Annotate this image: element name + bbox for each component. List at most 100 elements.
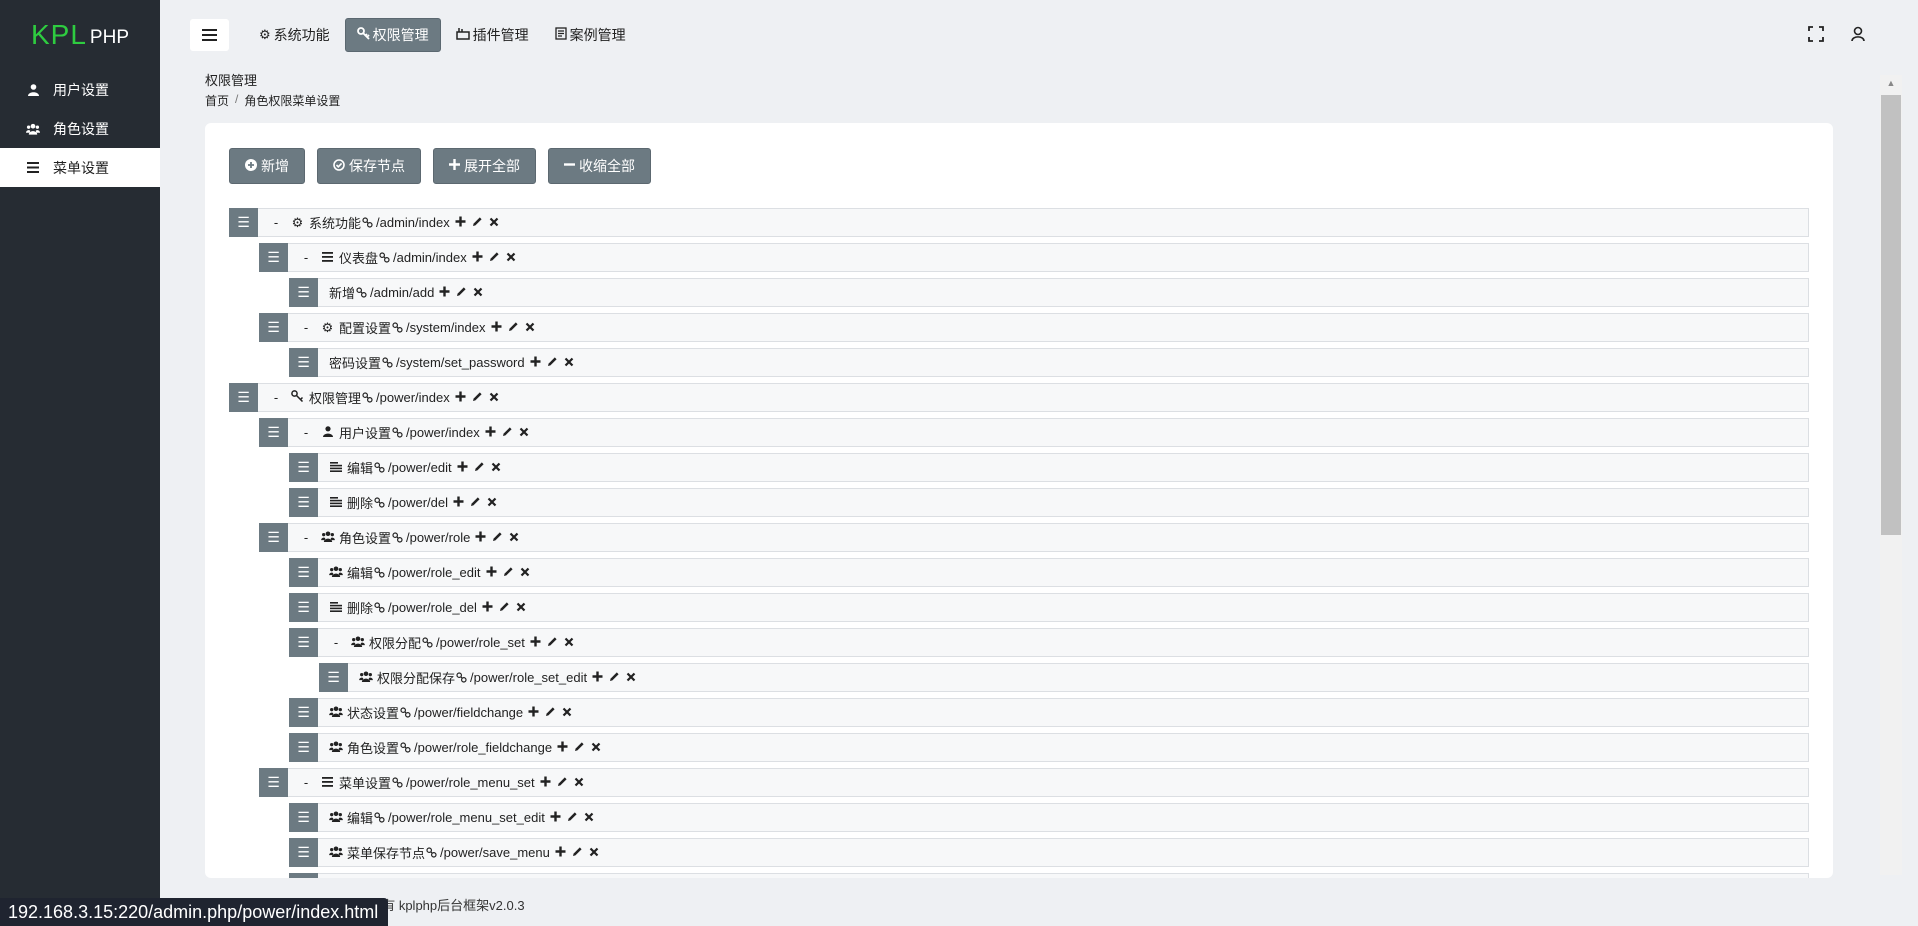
add-child-icon[interactable]: [530, 635, 541, 650]
collapse-toggle[interactable]: -: [301, 530, 311, 545]
edit-icon[interactable]: [567, 810, 578, 825]
collapse-toggle[interactable]: -: [271, 215, 281, 230]
add-child-icon[interactable]: [439, 285, 450, 300]
delete-icon[interactable]: [487, 495, 497, 510]
sidebar-item-menu-settings[interactable]: 菜单设置: [0, 148, 160, 187]
edit-icon[interactable]: [472, 215, 483, 230]
drag-handle-icon[interactable]: ☰: [259, 418, 288, 447]
add-child-icon[interactable]: [540, 775, 551, 790]
collapse-toggle[interactable]: -: [301, 425, 311, 440]
drag-handle-icon[interactable]: ☰: [289, 453, 318, 482]
top-nav-item-cases[interactable]: 案例管理: [544, 18, 637, 52]
scrollbar-thumb[interactable]: [1881, 95, 1901, 535]
tree-node[interactable]: ☰-仪表盘 /admin/index仪表盘/admin/index: [259, 243, 1809, 272]
drag-handle-icon[interactable]: ☰: [259, 768, 288, 797]
edit-icon[interactable]: [547, 635, 558, 650]
add-child-icon[interactable]: [486, 565, 497, 580]
add-child-icon[interactable]: [557, 740, 568, 755]
delete-icon[interactable]: [519, 425, 529, 440]
add-child-icon[interactable]: [453, 495, 464, 510]
drag-handle-icon[interactable]: ☰: [289, 278, 318, 307]
edit-icon[interactable]: [545, 705, 556, 720]
delete-icon[interactable]: [509, 530, 519, 545]
drag-handle-icon[interactable]: ☰: [289, 558, 318, 587]
drag-handle-icon[interactable]: ☰: [289, 873, 318, 878]
tree-node[interactable]: ☰-权限分配 /power/role_set权限分配/power/role_se…: [289, 628, 1809, 657]
tree-node[interactable]: ☰-用户设置 /power/index用户设置/power/index: [259, 418, 1809, 447]
tree-node[interactable]: ☰角色设置 /power/role_fieldchange角色设置/power/…: [289, 733, 1809, 762]
tree-node[interactable]: ☰删除 /power/role_del删除/power/role_del: [289, 593, 1809, 622]
breadcrumb-home[interactable]: 首页: [205, 92, 229, 109]
top-nav-item-plugin[interactable]: 插件管理: [445, 18, 540, 52]
save-nodes-button[interactable]: 保存节点: [317, 148, 421, 184]
sidebar-item-role-settings[interactable]: 角色设置: [0, 109, 160, 148]
logo[interactable]: KPL PHP: [0, 0, 160, 70]
delete-icon[interactable]: [489, 390, 499, 405]
delete-icon[interactable]: [564, 635, 574, 650]
drag-handle-icon[interactable]: ☰: [289, 593, 318, 622]
add-child-icon[interactable]: [528, 705, 539, 720]
edit-icon[interactable]: [557, 775, 568, 790]
delete-icon[interactable]: [589, 845, 599, 860]
add-child-icon[interactable]: [485, 425, 496, 440]
tree-node[interactable]: ☰-权限管理 /power/index权限管理/power/index: [229, 383, 1809, 412]
sidebar-item-user-settings[interactable]: 用户设置: [0, 70, 160, 109]
add-child-icon[interactable]: [457, 460, 468, 475]
drag-handle-icon[interactable]: ☰: [289, 733, 318, 762]
menu-toggle-button[interactable]: [190, 19, 229, 51]
edit-icon[interactable]: [609, 670, 620, 685]
delete-icon[interactable]: [473, 285, 483, 300]
add-button[interactable]: 新增: [229, 148, 305, 184]
edit-icon[interactable]: [502, 425, 513, 440]
collapse-toggle[interactable]: -: [271, 390, 281, 405]
drag-handle-icon[interactable]: ☰: [289, 838, 318, 867]
add-child-icon[interactable]: [475, 530, 486, 545]
tree-node[interactable]: ☰: [289, 873, 1809, 878]
collapse-toggle[interactable]: -: [301, 775, 311, 790]
user-profile-icon[interactable]: [1848, 24, 1868, 44]
add-child-icon[interactable]: [482, 600, 493, 615]
add-child-icon[interactable]: [455, 215, 466, 230]
add-child-icon[interactable]: [491, 320, 502, 335]
edit-icon[interactable]: [574, 740, 585, 755]
drag-handle-icon[interactable]: ☰: [289, 803, 318, 832]
expand-all-button[interactable]: 展开全部: [433, 148, 536, 184]
add-child-icon[interactable]: [555, 845, 566, 860]
tree-node[interactable]: ☰编辑 /power/edit编辑/power/edit: [289, 453, 1809, 482]
tree-node[interactable]: ☰编辑 /power/role_edit编辑/power/role_edit: [289, 558, 1809, 587]
tree-node[interactable]: ☰菜单保存节点 /power/save_menu菜单保存节点/power/sav…: [289, 838, 1809, 867]
drag-handle-icon[interactable]: ☰: [259, 243, 288, 272]
tree-node[interactable]: ☰编辑 /power/role_menu_set_edit编辑/power/ro…: [289, 803, 1809, 832]
delete-icon[interactable]: [520, 565, 530, 580]
fullscreen-icon[interactable]: [1806, 24, 1826, 44]
tree-node[interactable]: ☰权限分配保存 /power/role_set_edit权限分配保存/power…: [319, 663, 1809, 692]
tree-node[interactable]: ☰-菜单设置 /power/role_menu_set菜单设置/power/ro…: [259, 768, 1809, 797]
add-child-icon[interactable]: [592, 670, 603, 685]
delete-icon[interactable]: [489, 215, 499, 230]
collapse-toggle[interactable]: -: [301, 320, 311, 335]
delete-icon[interactable]: [574, 775, 584, 790]
drag-handle-icon[interactable]: ☰: [289, 488, 318, 517]
scroll-up-arrow-icon[interactable]: ▲: [1880, 75, 1902, 91]
drag-handle-icon[interactable]: ☰: [259, 523, 288, 552]
edit-icon[interactable]: [489, 250, 500, 265]
edit-icon[interactable]: [547, 355, 558, 370]
tree-node[interactable]: ☰删除 /power/del删除/power/del: [289, 488, 1809, 517]
edit-icon[interactable]: [474, 460, 485, 475]
delete-icon[interactable]: [525, 320, 535, 335]
delete-icon[interactable]: [564, 355, 574, 370]
edit-icon[interactable]: [508, 320, 519, 335]
collapse-all-button[interactable]: 收缩全部: [548, 148, 651, 184]
top-nav-item-system[interactable]: ⚙ 系统功能: [248, 18, 341, 52]
edit-icon[interactable]: [499, 600, 510, 615]
drag-handle-icon[interactable]: ☰: [229, 383, 258, 412]
delete-icon[interactable]: [584, 810, 594, 825]
tree-node[interactable]: ☰-角色设置 /power/role角色设置/power/role: [259, 523, 1809, 552]
delete-icon[interactable]: [506, 250, 516, 265]
delete-icon[interactable]: [491, 460, 501, 475]
delete-icon[interactable]: [626, 670, 636, 685]
drag-handle-icon[interactable]: ☰: [289, 628, 318, 657]
delete-icon[interactable]: [562, 705, 572, 720]
tree-node[interactable]: ☰密码设置 /system/set_password密码设置/system/se…: [289, 348, 1809, 377]
page-scrollbar[interactable]: ▲: [1880, 75, 1902, 875]
